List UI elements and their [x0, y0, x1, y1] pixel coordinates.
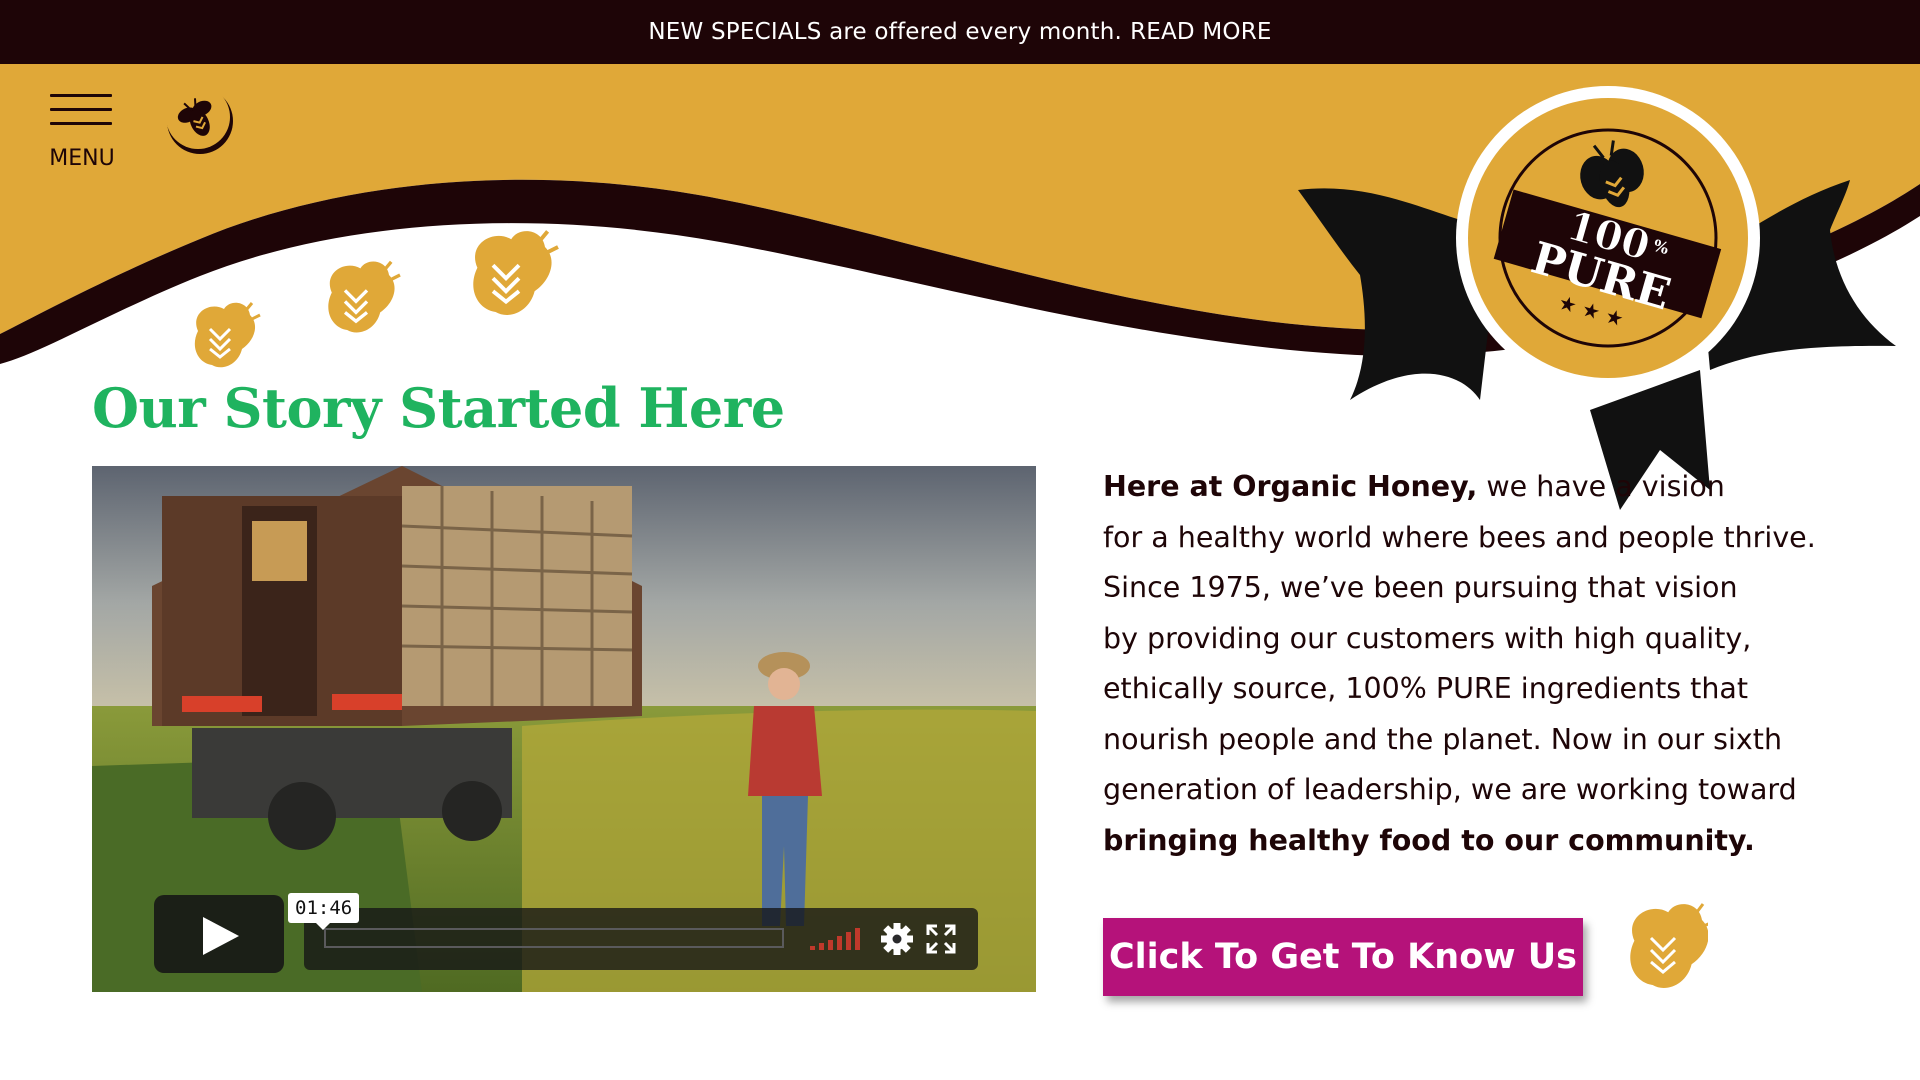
bee-icon [326, 259, 402, 335]
gear-icon[interactable] [880, 922, 914, 956]
intro-paragraph: Here at Organic Honey, we have a vision … [1103, 462, 1843, 866]
menu-button[interactable]: MENU [44, 94, 120, 174]
video-controls [304, 908, 978, 970]
bee-icon [1630, 903, 1708, 988]
bee-icon [193, 301, 262, 369]
intro-closing: bringing healthy food to our community. [1103, 823, 1755, 857]
announcement-bar: NEW SPECIALS are offered every month. RE… [0, 0, 1920, 64]
bee-logo-icon[interactable] [164, 83, 236, 155]
intro-text: by providing our customers with high qua… [1103, 621, 1752, 655]
menu-label: MENU [49, 146, 115, 171]
video-timeline[interactable] [324, 928, 784, 948]
menu-bar [50, 122, 112, 125]
menu-bar [50, 94, 112, 97]
pure-badge: 100 % PURE ★ ★ ★ [1298, 86, 1896, 510]
intro-text: nourish people and the planet. Now in ou… [1103, 722, 1783, 756]
intro-text: for a healthy world where bees and peopl… [1103, 520, 1816, 554]
fullscreen-icon[interactable] [926, 924, 956, 954]
play-icon [203, 917, 239, 955]
time-tooltip: 01:46 [288, 893, 360, 930]
play-button[interactable] [154, 895, 284, 973]
menu-bar [50, 108, 112, 111]
read-more-link[interactable]: READ MORE [1130, 19, 1272, 45]
announcement-text: NEW SPECIALS are offered every month. [648, 19, 1123, 45]
intro-text: Since 1975, we’ve been pursuing that vis… [1103, 571, 1738, 604]
story-title: Our Story Started Here [92, 376, 785, 440]
intro-text: ethically source, 100% PURE ingredients … [1103, 672, 1749, 705]
intro-text: generation of leadership, we are working… [1103, 773, 1797, 806]
bee-icon [471, 229, 560, 317]
intro-text: we have a vision [1477, 470, 1725, 503]
intro-lead: Here at Organic Honey, [1103, 470, 1478, 503]
decorative-bees [193, 229, 560, 369]
video-player[interactable]: 01:46 [92, 466, 1036, 992]
get-to-know-us-button[interactable]: Click To Get To Know Us [1103, 918, 1583, 996]
volume-icon[interactable] [810, 928, 860, 950]
